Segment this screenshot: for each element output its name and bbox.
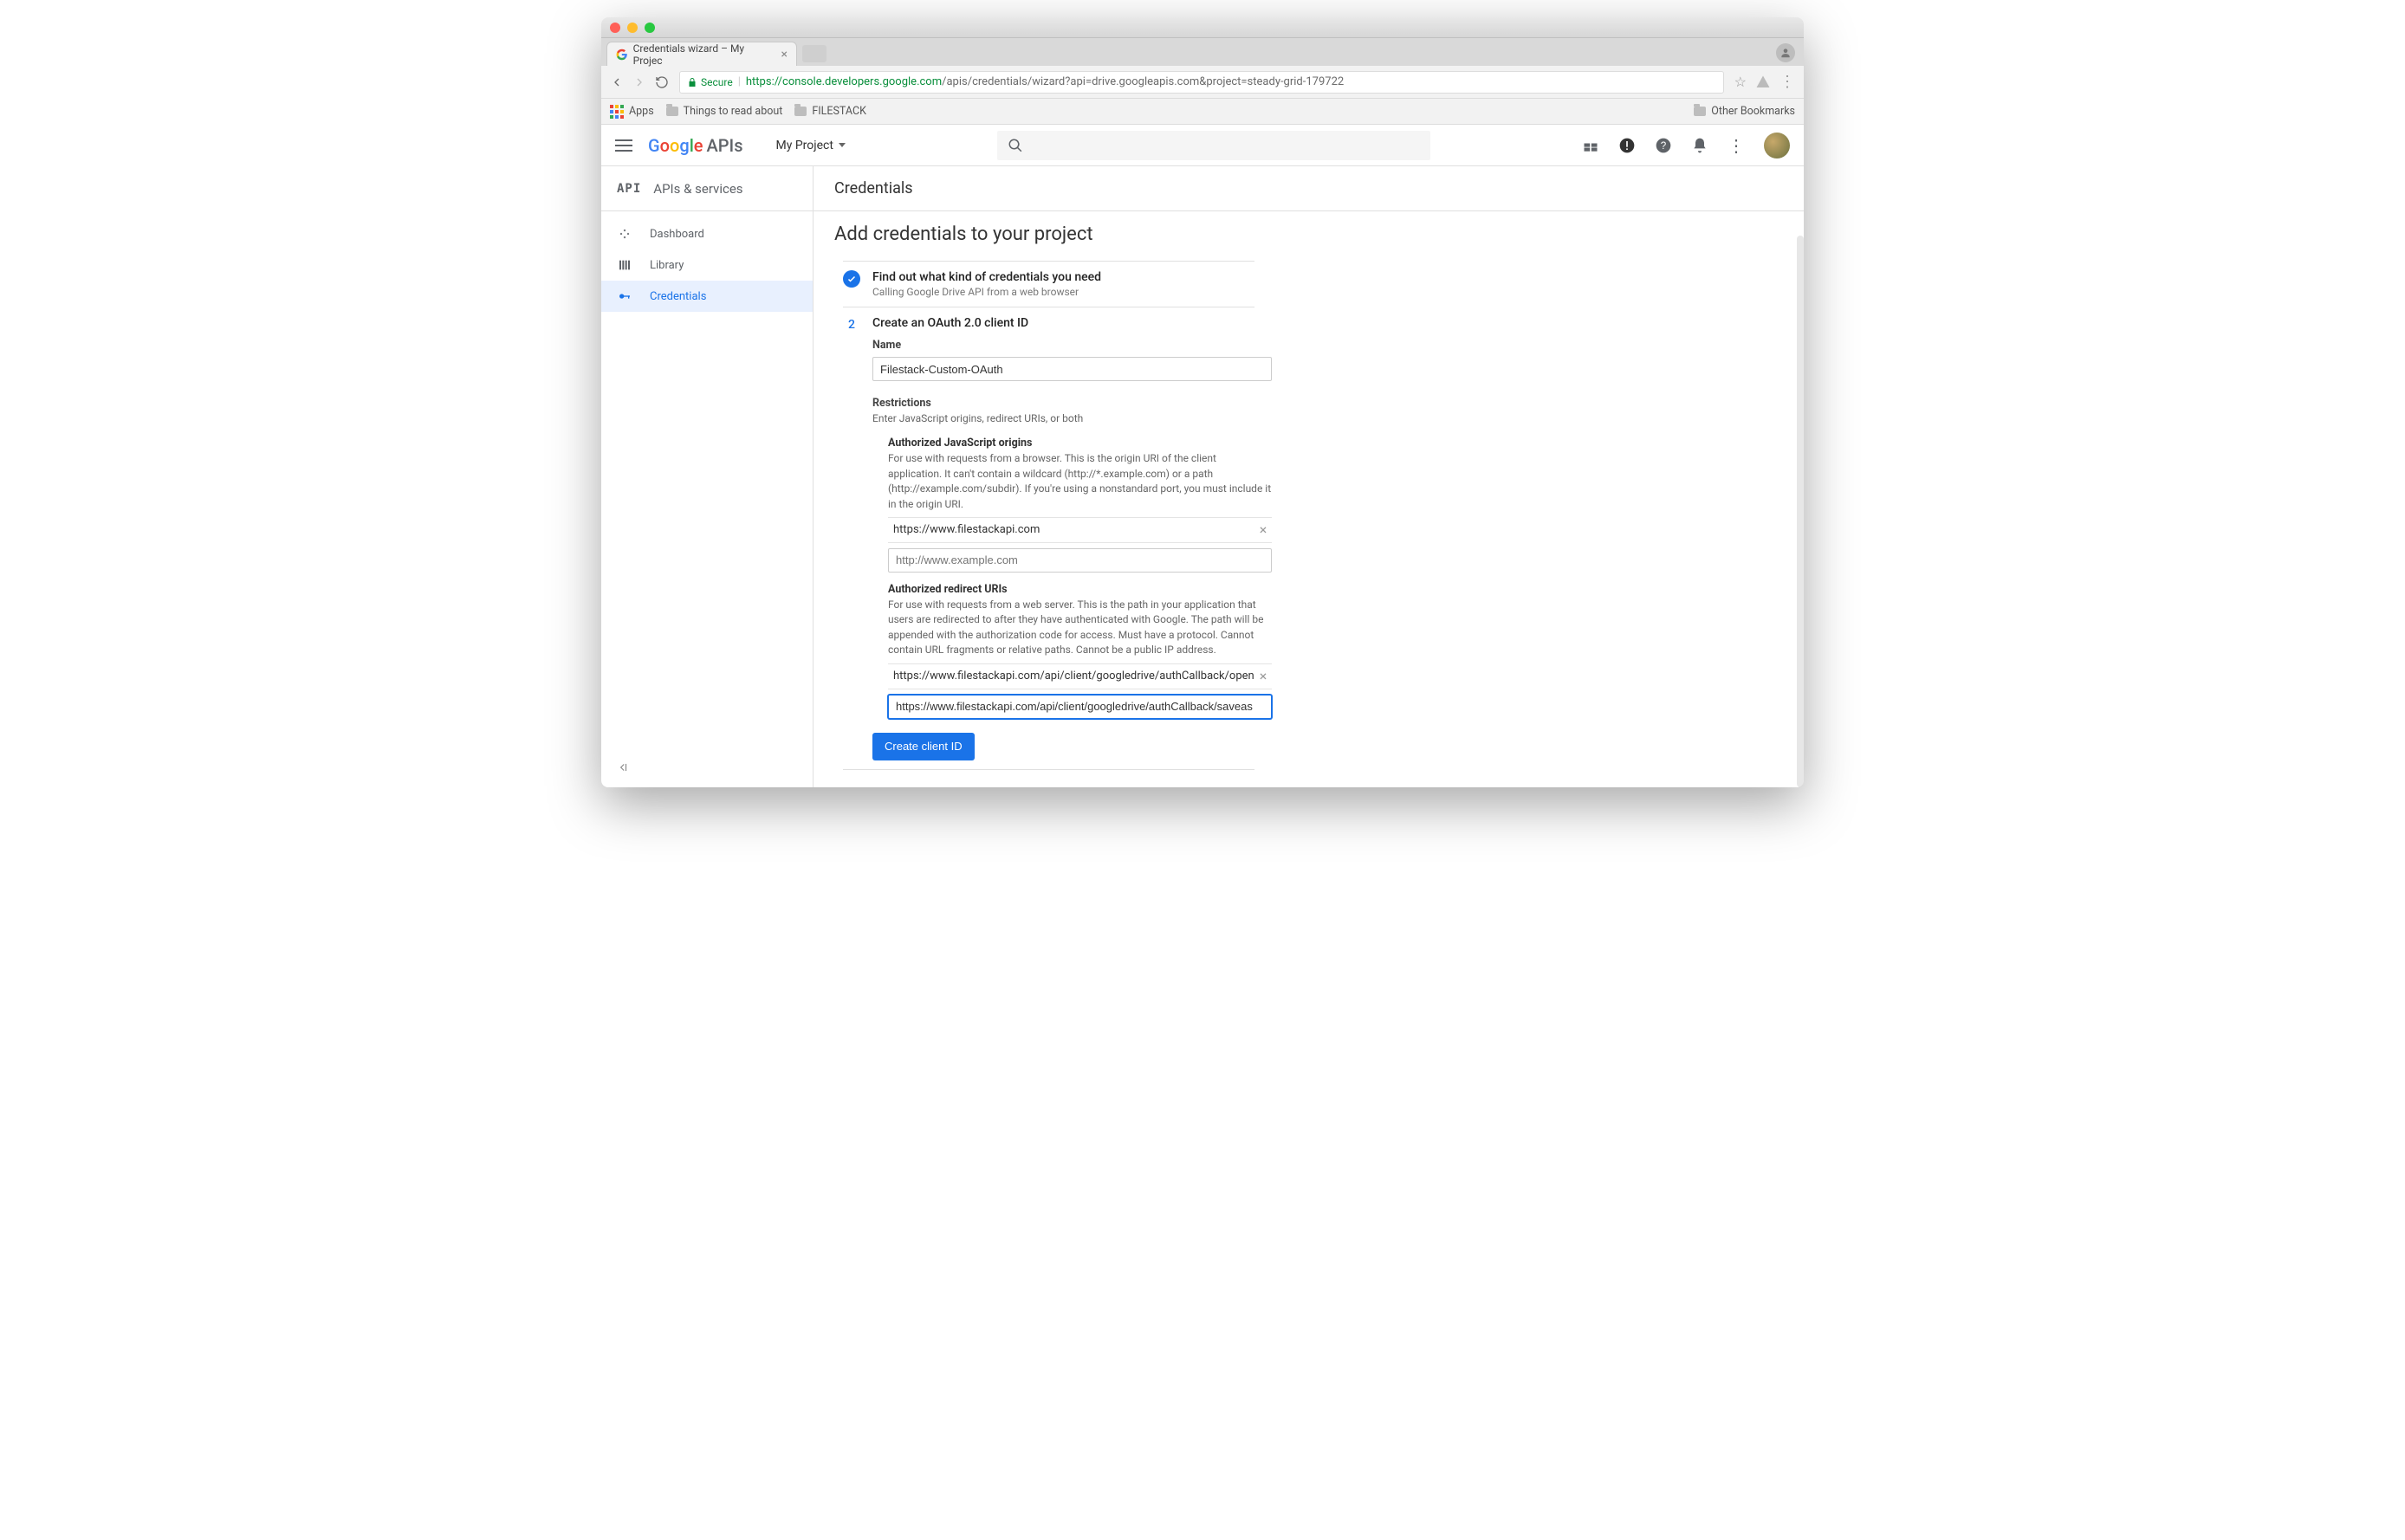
main-content: Credentials Add credentials to your proj… [814, 166, 1804, 787]
origin-value: https://www.filestackapi.com [888, 523, 1254, 536]
bookmark-folder-other[interactable]: Other Bookmarks [1694, 105, 1795, 118]
sidebar-item-library[interactable]: Library [601, 249, 813, 281]
bookmark-folder-filestack[interactable]: FILESTACK [794, 105, 866, 118]
wizard-step-1: Find out what kind of credentials you ne… [843, 261, 1254, 307]
project-selector[interactable]: My Project [776, 139, 846, 152]
api-badge-icon: API [617, 182, 641, 196]
chrome-profile-icon[interactable] [1776, 43, 1795, 62]
wizard-step-2: 2 Create an OAuth 2.0 client ID Name Res… [843, 307, 1254, 770]
folder-icon [794, 107, 807, 116]
bell-icon[interactable] [1691, 137, 1708, 154]
sidebar-collapse-icon[interactable] [601, 747, 813, 787]
bookmark-folder-read[interactable]: Things to read about [666, 105, 783, 118]
bookmark-other-label: Other Bookmarks [1711, 105, 1795, 118]
origin-entry-row: https://www.filestackapi.com × [888, 517, 1272, 543]
name-input[interactable] [872, 357, 1272, 381]
origins-title: Authorized JavaScript origins [888, 437, 1272, 450]
scrollbar[interactable] [1797, 236, 1804, 787]
sidebar-item-label: Dashboard [650, 228, 704, 241]
apis-label: APIs [707, 135, 743, 156]
nav-back-icon[interactable] [610, 75, 624, 89]
google-apis-logo[interactable]: Google APIs [648, 135, 743, 156]
search-icon [1008, 138, 1023, 153]
tab-title: Credentials wizard – My Projec [633, 42, 773, 67]
google-favicon-icon [616, 49, 628, 61]
url-path: /apis/credentials/wizard?api=drive.googl… [942, 75, 1344, 88]
step1-subtitle: Calling Google Drive API from a web brow… [872, 286, 1254, 298]
browser-tab-active[interactable]: Credentials wizard – My Projec × [606, 42, 797, 66]
help-icon[interactable]: ? [1655, 137, 1672, 154]
create-client-id-button[interactable]: Create client ID [872, 733, 975, 760]
hamburger-menu-icon[interactable] [615, 139, 632, 152]
project-name: My Project [776, 139, 833, 152]
bookmark-apps-label: Apps [629, 105, 654, 118]
step2-title: Create an OAuth 2.0 client ID [872, 316, 1272, 330]
new-tab-button[interactable] [802, 45, 827, 62]
folder-icon [1694, 107, 1706, 116]
window-close-icon[interactable] [610, 23, 620, 33]
url-host: https://console.developers.google.com [746, 75, 942, 88]
redirect-entry-row: https://www.filestackapi.com/api/client/… [888, 663, 1272, 689]
console-header: Google APIs My Project ? ⋮ [601, 125, 1804, 166]
origin-input[interactable] [888, 548, 1272, 573]
bookmark-read-label: Things to read about [684, 105, 783, 118]
redirect-input[interactable] [888, 695, 1272, 719]
library-icon [617, 258, 632, 272]
window-zoom-icon[interactable] [645, 23, 655, 33]
gift-icon[interactable] [1582, 137, 1599, 154]
dashboard-icon [617, 227, 632, 241]
alert-icon[interactable] [1618, 137, 1636, 154]
redirect-title: Authorized redirect URIs [888, 583, 1272, 596]
sidebar-item-dashboard[interactable]: Dashboard [601, 218, 813, 249]
caret-down-icon [839, 143, 846, 147]
sidebar-item-label: Library [650, 259, 684, 272]
secure-label: Secure [701, 76, 733, 88]
sidebar-title: APIs & services [653, 181, 742, 197]
tab-close-icon[interactable]: × [781, 48, 788, 61]
remove-redirect-icon[interactable]: × [1254, 668, 1273, 684]
window-minimize-icon[interactable] [627, 23, 638, 33]
search-input[interactable] [997, 131, 1430, 160]
user-avatar[interactable] [1764, 133, 1790, 159]
page-title: Credentials [814, 166, 1804, 211]
sidebar-item-credentials[interactable]: Credentials [601, 281, 813, 312]
bookmarks-bar: Apps Things to read about FILESTACK Othe… [601, 99, 1804, 125]
chrome-tab-strip: Credentials wizard – My Projec × [601, 38, 1804, 66]
sidebar: API APIs & services Dashboard Library Cr… [601, 166, 814, 787]
step-complete-icon [843, 270, 860, 288]
redirect-value: https://www.filestackapi.com/api/client/… [888, 670, 1254, 683]
name-label: Name [872, 339, 1272, 352]
nav-forward-icon[interactable] [632, 75, 646, 89]
apps-grid-icon [610, 105, 624, 119]
mac-titlebar [601, 17, 1804, 38]
address-bar[interactable]: Secure | https://console.developers.goog… [679, 71, 1724, 94]
bookmark-filestack-label: FILESTACK [812, 105, 866, 118]
step-number: 2 [843, 316, 860, 333]
step1-title: Find out what kind of credentials you ne… [872, 270, 1254, 284]
sidebar-header: API APIs & services [601, 166, 813, 211]
sidebar-item-label: Credentials [650, 290, 706, 303]
bookmark-apps[interactable]: Apps [610, 105, 654, 119]
key-icon [617, 289, 632, 303]
restrictions-label: Restrictions [872, 397, 1272, 410]
folder-icon [666, 107, 678, 116]
secure-lock-icon: Secure [687, 76, 733, 88]
chrome-toolbar: Secure | https://console.developers.goog… [601, 66, 1804, 99]
nav-reload-icon[interactable] [655, 75, 669, 89]
page-heading: Add credentials to your project [834, 223, 1783, 245]
restrictions-help: Enter JavaScript origins, redirect URIs,… [872, 411, 1272, 426]
chrome-menu-icon[interactable]: ⋮ [1779, 73, 1795, 91]
overflow-icon[interactable]: ⋮ [1728, 137, 1745, 154]
extension-icon[interactable] [1755, 74, 1771, 90]
remove-origin-icon[interactable]: × [1254, 521, 1273, 538]
origins-help: For use with requests from a browser. Th… [888, 451, 1272, 512]
bookmark-star-icon[interactable]: ☆ [1734, 74, 1747, 90]
svg-text:?: ? [1661, 140, 1667, 152]
redirect-help: For use with requests from a web server.… [888, 598, 1272, 658]
